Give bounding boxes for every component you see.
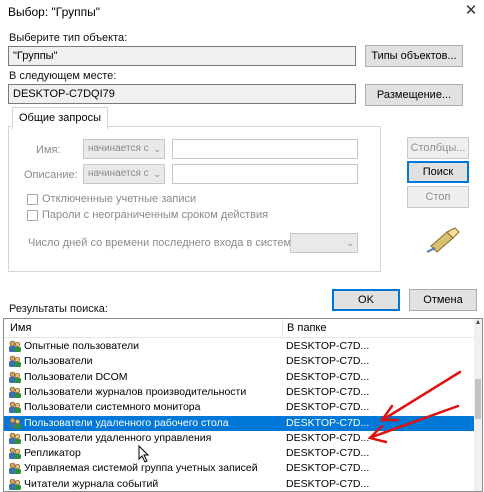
annotation-arrow [382,370,462,421]
annotation-arrow [370,404,460,439]
annotation-arrows [367,370,462,444]
